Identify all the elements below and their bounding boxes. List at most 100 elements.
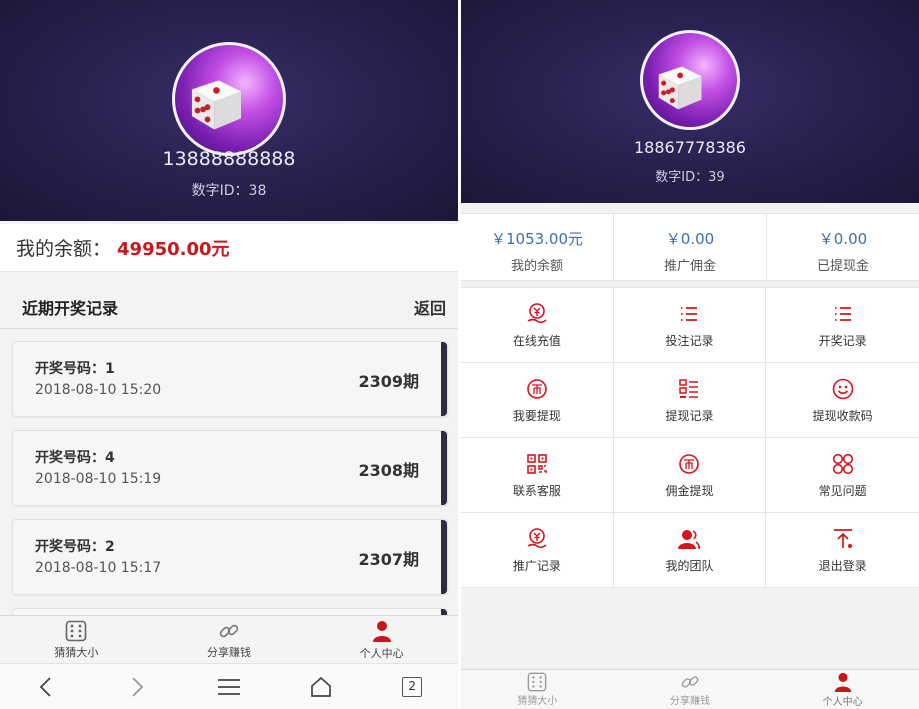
coin-icon (527, 378, 547, 399)
list-icon (681, 306, 698, 321)
menu-recharge[interactable]: 在线充值 (461, 288, 614, 363)
avatar[interactable] (640, 30, 740, 130)
profile-header: 18867778386 数字ID：39 (461, 0, 919, 203)
menu-payment-code[interactable]: 提现收款码 (766, 363, 919, 438)
tab-label: 分享赚钱 (207, 645, 251, 659)
menu-label: 推广记录 (512, 558, 561, 573)
person-icon (372, 620, 391, 642)
record-period: 2309期 (358, 372, 419, 391)
card-accent (441, 520, 447, 594)
link-icon (219, 624, 239, 637)
stat-withdrawn: ￥0.00 已提现金 (767, 214, 919, 280)
stat-commission: ￥0.00 推广佣金 (614, 214, 767, 280)
menu-label: 投注记录 (665, 333, 714, 348)
qrcode-icon (527, 453, 547, 474)
menu-promo-records[interactable]: 推广记录 (461, 513, 614, 588)
menu-bet-records[interactable]: 投注记录 (613, 288, 767, 363)
menu-label: 联系客服 (512, 483, 561, 498)
record-card[interactable]: 开奖号码：4 2018-08-10 15:19 2308期 (12, 430, 448, 506)
menu-draw-records[interactable]: 开奖记录 (766, 288, 919, 363)
avatar[interactable] (172, 42, 286, 156)
card-accent (441, 342, 447, 416)
record-card[interactable]: 开奖号码：1 2018-08-10 15:20 2309期 (12, 341, 448, 417)
balance-label: 我的余额： (16, 238, 112, 260)
tab-count: 2 (402, 676, 423, 697)
menu-label: 我的团队 (665, 558, 714, 573)
records-title: 近期开奖记录 (22, 298, 119, 318)
team-icon (678, 529, 701, 549)
menu-label: 常见问题 (818, 483, 867, 498)
link-icon (681, 676, 699, 688)
right-screen: 18867778386 数字ID：39 ￥1053.00元 我的余额 ￥0.00… (461, 0, 919, 709)
menu-commission-withdraw[interactable]: 佣金提现 (613, 438, 767, 513)
menu-faq[interactable]: 常见问题 (766, 438, 919, 513)
hamburger-icon (217, 678, 240, 695)
menu-logout[interactable]: 退出登录 (766, 513, 919, 588)
person-icon (834, 672, 851, 692)
records-header: 近期开奖记录 返回 (0, 285, 458, 329)
bottom-tabbar: 猜猜大小 分享赚钱 个人中心 (0, 615, 458, 663)
tab-label: 分享赚钱 (670, 696, 710, 707)
coin-icon (679, 453, 700, 474)
chevron-left-icon (39, 676, 51, 697)
tab-share[interactable]: 分享赚钱 (153, 616, 306, 663)
balance-bar: 我的余额： 49950.00元 (0, 224, 458, 272)
smile-icon (832, 378, 853, 399)
menu-my-team[interactable]: 我的团队 (613, 513, 767, 588)
bottom-tabbar: 猜猜大小 分享赚钱 个人中心 (461, 669, 919, 709)
dice-icon (528, 672, 547, 692)
menu-withdraw-records[interactable]: 提现记录 (613, 363, 767, 438)
menu-label: 提现收款码 (812, 408, 873, 423)
tab-guess[interactable]: 猜猜大小 (461, 670, 614, 709)
tab-guess[interactable]: 猜猜大小 (0, 616, 153, 663)
stat-label: 推广佣金 (663, 259, 716, 274)
record-card[interactable]: 开奖号码：2 2018-08-10 15:17 2307期 (12, 519, 448, 595)
menu-withdraw[interactable]: 我要提现 (461, 363, 614, 438)
user-id: 数字ID：39 (655, 170, 725, 185)
tab-label: 个人中心 (359, 646, 404, 660)
dice-icon (191, 80, 242, 130)
tab-profile[interactable]: 个人中心 (305, 616, 458, 663)
card-accent (441, 431, 447, 505)
left-screen: 13888888888 数字ID：38 我的余额： 49950.00元 近期开奖… (0, 0, 458, 709)
tab-label: 个人中心 (822, 697, 863, 708)
record-period: 2307期 (358, 550, 419, 569)
dice-icon (658, 66, 702, 110)
circles-icon (832, 453, 853, 474)
menu-label: 退出登录 (818, 558, 867, 573)
record-period: 2308期 (358, 461, 419, 480)
menu-label: 开奖记录 (818, 333, 867, 348)
tab-share[interactable]: 分享赚钱 (614, 670, 767, 709)
back-button[interactable]: 返回 (414, 295, 446, 319)
user-id: 数字ID：38 (191, 183, 267, 199)
logout-icon (833, 528, 852, 548)
stats-row: ￥1053.00元 我的余额 ￥0.00 推广佣金 ￥0.00 已提现金 (461, 213, 919, 281)
stat-value: ￥0.00 (665, 230, 715, 248)
chevron-right-icon (132, 676, 144, 697)
menu-label: 佣金提现 (665, 483, 714, 498)
stat-value: ￥1053.00元 (490, 230, 584, 248)
tab-profile[interactable]: 个人中心 (766, 670, 919, 709)
menu-button[interactable] (209, 671, 249, 703)
home-button[interactable] (301, 671, 341, 703)
menu-label: 在线充值 (512, 333, 561, 348)
menu-customer-service[interactable]: 联系客服 (461, 438, 614, 513)
profile-header: 13888888888 数字ID：38 (0, 0, 458, 221)
tab-label: 猜猜大小 (517, 696, 558, 707)
stat-label: 我的余额 (510, 259, 563, 274)
record-time: 2018-08-10 15:19 (35, 471, 162, 487)
home-icon (310, 676, 331, 697)
menu-label: 提现记录 (665, 408, 714, 423)
tab-label: 猜猜大小 (54, 645, 99, 659)
dice-icon (66, 620, 87, 641)
browser-toolbar: 2 (0, 663, 458, 709)
balance-value: 49950.00元 (117, 238, 230, 260)
record-time: 2018-08-10 15:20 (35, 382, 162, 398)
forward-nav-button[interactable] (117, 671, 157, 703)
stat-balance: ￥1053.00元 我的余额 (461, 214, 614, 280)
record-time: 2018-08-10 15:17 (35, 560, 162, 576)
phone-number: 13888888888 (162, 148, 296, 170)
back-nav-button[interactable] (26, 671, 66, 703)
menu-label: 我要提现 (512, 408, 561, 423)
tabs-button[interactable]: 2 (392, 671, 432, 703)
